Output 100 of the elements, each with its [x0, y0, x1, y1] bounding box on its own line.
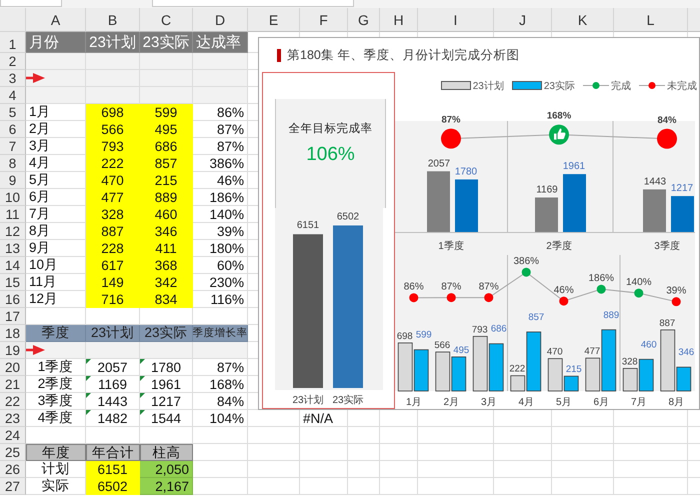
- chart-area[interactable]: [258, 37, 700, 410]
- axis-label: 3月: [480, 397, 497, 408]
- axis-label: 6月: [593, 397, 610, 408]
- table-cell: [380, 427, 418, 444]
- data-label: 470: [546, 346, 563, 358]
- table-cell: 1季度: [26, 359, 86, 376]
- table-cell: 180%: [193, 240, 248, 257]
- marker-dot: [409, 293, 418, 302]
- table-cell: [494, 461, 552, 478]
- data-label: 87%: [442, 114, 460, 126]
- row-header[interactable]: 26: [0, 461, 26, 478]
- table-cell: [348, 461, 380, 478]
- data-label: 222: [509, 364, 526, 375]
- data-label: 1169: [536, 184, 558, 196]
- table-cell: 1780: [140, 359, 193, 376]
- data-label: 386%: [513, 256, 540, 268]
- data-label: 186%: [588, 273, 614, 284]
- row-header[interactable]: 13: [0, 240, 26, 257]
- row-header[interactable]: 16: [0, 291, 26, 308]
- name-box[interactable]: [0, 0, 62, 7]
- data-label: 686: [490, 324, 507, 335]
- column-header[interactable]: F: [300, 8, 348, 32]
- data-label: 698: [396, 330, 413, 342]
- legend-label: 23计划: [472, 80, 504, 92]
- row-header[interactable]: 23: [0, 410, 26, 427]
- data-label: 215: [566, 364, 582, 376]
- formula-field[interactable]: [152, 0, 354, 7]
- bar: [472, 336, 488, 392]
- data-label: 857: [528, 312, 544, 323]
- table-cell: 年度: [26, 444, 86, 461]
- table-cell: [248, 427, 300, 444]
- row-header[interactable]: 12: [0, 223, 26, 240]
- row-header[interactable]: 8: [0, 155, 26, 172]
- bar: [427, 171, 450, 232]
- row-header[interactable]: 19: [0, 342, 26, 359]
- row-header[interactable]: 7: [0, 138, 26, 155]
- row-header[interactable]: 24: [0, 427, 26, 444]
- row-header[interactable]: 2: [0, 53, 26, 70]
- row-header[interactable]: 27: [0, 478, 26, 495]
- column-header[interactable]: A: [26, 8, 86, 32]
- column-header[interactable]: E: [248, 8, 300, 32]
- bar: [414, 349, 429, 392]
- table-cell: 1169: [86, 376, 140, 393]
- column-header[interactable]: I: [418, 8, 494, 32]
- table-cell: 6151: [86, 461, 140, 478]
- row-header[interactable]: 25: [0, 444, 26, 461]
- table-cell: 1482: [86, 410, 140, 427]
- row-header[interactable]: 20: [0, 359, 26, 376]
- data-label: 87%: [478, 282, 499, 293]
- table-cell: [380, 461, 418, 478]
- row-header[interactable]: 17: [0, 308, 26, 325]
- table-cell: [300, 461, 348, 478]
- marker-dot: [657, 128, 677, 149]
- row-header[interactable]: 21: [0, 376, 26, 393]
- table-cell: 6502: [86, 478, 140, 495]
- table-cell: 3季度: [26, 393, 86, 410]
- column-header[interactable]: H: [380, 8, 418, 32]
- row-header[interactable]: 14: [0, 257, 26, 274]
- axis-label: 1月: [406, 397, 422, 408]
- data-label: 140%: [626, 277, 652, 288]
- data-label: 599: [416, 330, 432, 341]
- select-all-corner[interactable]: [0, 8, 26, 32]
- row-header[interactable]: 4: [0, 87, 26, 104]
- row-header[interactable]: 5: [0, 104, 26, 121]
- row-header[interactable]: 11: [0, 206, 26, 223]
- table-cell: [552, 444, 614, 461]
- table-cell: 月份: [26, 32, 86, 53]
- table-cell: 599: [140, 104, 193, 121]
- column-header[interactable]: D: [193, 8, 248, 32]
- row-header[interactable]: 10: [0, 189, 26, 206]
- table-cell: [552, 427, 614, 444]
- row-header[interactable]: 6: [0, 121, 26, 138]
- chart-title: 第180集 年、季度、月份计划完成分析图: [287, 46, 520, 64]
- table-cell: 168%: [193, 376, 248, 393]
- table-cell: 2季度: [26, 376, 86, 393]
- table-cell: 39%: [193, 223, 248, 240]
- table-cell: 228: [86, 240, 140, 257]
- table-cell: 215: [140, 172, 193, 189]
- table-cell: 411: [140, 240, 193, 257]
- table-cell: 87%: [193, 138, 248, 155]
- data-label: 84%: [658, 114, 676, 126]
- column-header[interactable]: L: [614, 8, 688, 32]
- column-header[interactable]: K: [552, 8, 614, 32]
- table-cell: [494, 444, 552, 461]
- table-cell: [140, 342, 193, 359]
- column-header[interactable]: J: [494, 8, 552, 32]
- column-header[interactable]: G: [348, 8, 380, 32]
- row-header[interactable]: 1: [0, 32, 26, 53]
- row-header[interactable]: 15: [0, 274, 26, 291]
- column-header[interactable]: C: [140, 8, 193, 32]
- table-cell: [380, 444, 418, 461]
- row-header[interactable]: 9: [0, 172, 26, 189]
- row-header[interactable]: 22: [0, 393, 26, 410]
- marker-dot: [522, 268, 531, 277]
- table-cell: 140%: [193, 206, 248, 223]
- table-cell: 1961: [140, 376, 193, 393]
- row-header[interactable]: 18: [0, 325, 26, 342]
- table-cell: 222: [86, 155, 140, 172]
- row-header[interactable]: 3: [0, 70, 26, 87]
- column-header[interactable]: B: [86, 8, 140, 32]
